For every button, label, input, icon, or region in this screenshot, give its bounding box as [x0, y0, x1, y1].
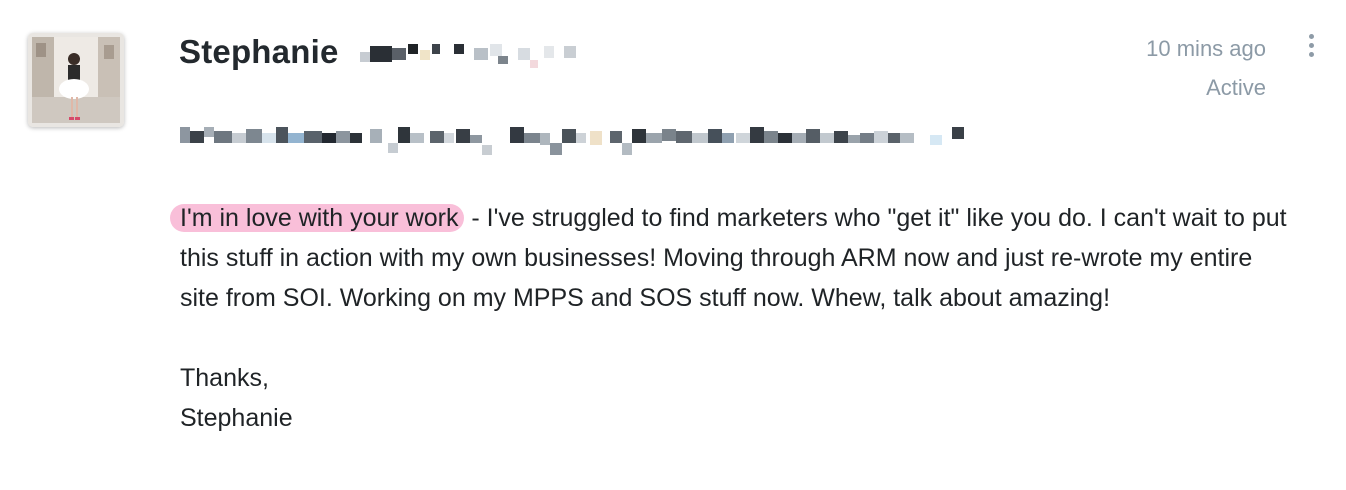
vertical-ellipsis-icon — [1300, 34, 1322, 57]
message-paragraph: I'm in love with your work - I've strugg… — [170, 198, 1290, 318]
sender-name[interactable]: Stephanie — [179, 33, 339, 71]
closing-text: Thanks, — [180, 364, 269, 392]
more-options-button[interactable] — [1300, 34, 1322, 62]
signature-text: Stephanie — [180, 404, 293, 432]
profile-photo-icon — [28, 33, 124, 127]
message-body: I'm in love with your work - I've strugg… — [170, 198, 1290, 438]
redacted-email — [360, 44, 576, 68]
status-label: Active — [1206, 75, 1266, 100]
timestamp: 10 mins ago — [1146, 36, 1266, 61]
highlighted-phrase: I'm in love with your work — [170, 204, 465, 232]
avatar[interactable] — [28, 33, 124, 127]
redacted-subject — [180, 127, 964, 155]
